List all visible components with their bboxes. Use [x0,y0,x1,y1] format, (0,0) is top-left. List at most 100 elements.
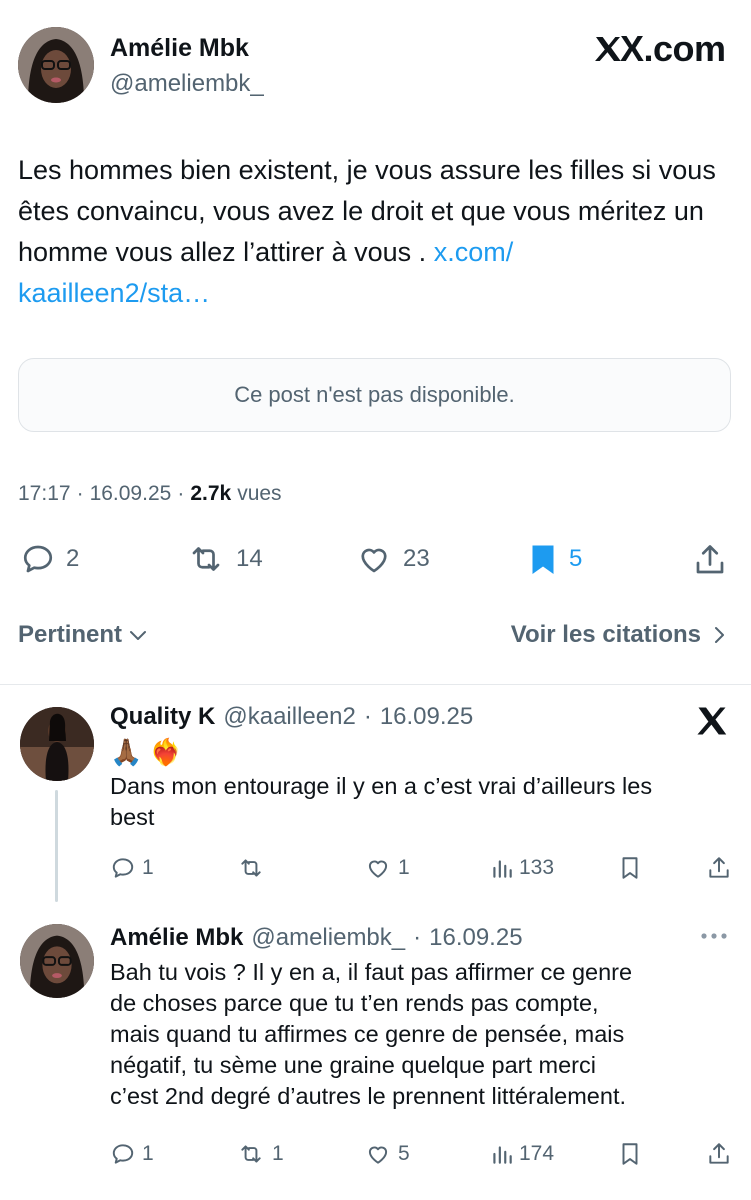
reply1-text-line2: best [110,804,155,830]
reply1-author-name[interactable]: Quality K [110,703,215,731]
sort-dropdown[interactable]: Pertinent [18,621,150,649]
share-icon [709,857,729,878]
reply1-like-button[interactable]: 1 [364,855,410,881]
quoted-post-unavailable-card[interactable]: Ce post n'est pas disponible. [18,358,731,432]
reply-icon [112,858,134,878]
x-logo-icon [697,707,727,735]
reply2-date[interactable]: 16.09.25 [429,924,522,952]
bookmark-icon [622,857,638,879]
main-post-text: Les hommes bien existent, je vous assure… [18,150,733,314]
view-quotes-label: Voir les citations [510,621,701,648]
more-options-button[interactable] [698,928,730,949]
reply2-views-button[interactable]: 174 [491,1141,554,1167]
reply2-bookmark-button[interactable] [619,1141,641,1172]
views-icon [493,860,512,878]
bookmark-icon [622,1143,638,1165]
reply1-repost-button[interactable] [236,855,272,881]
share-icon [709,1143,729,1164]
reply2-views-count: 174 [519,1142,555,1165]
chevron-right-icon [715,627,724,643]
reply1-avatar[interactable] [20,707,94,781]
reply2-author-handle[interactable]: @ameliembk_ [251,924,405,952]
post-meta: 17:17 · 16.09.25 · 2.7k vues [18,482,282,506]
repost-icon [241,1145,261,1163]
main-post-body: Les hommes bien existent, je vous assure… [18,155,716,267]
bookmark-button[interactable]: 5 [527,541,582,577]
main-post-link-part1: x.com/ [433,237,514,267]
repost-icon [192,547,220,571]
reply1-author-handle[interactable]: @kaailleen2 [223,703,355,731]
reply2-repost-button[interactable]: 1 [236,1141,284,1167]
site-logo-text: X.com [620,28,726,69]
reply-button[interactable]: 2 [20,541,79,577]
reply2-share-button[interactable] [706,1140,732,1173]
views-icon [493,1146,512,1164]
like-icon [368,860,388,878]
avatar-image [18,27,94,103]
reply1-emoji: 🙏🏾 ❤️‍🔥 [110,737,182,767]
main-author-avatar[interactable] [18,27,94,103]
meta-separator: · [363,703,372,730]
reply2-reply-button[interactable]: 1 [110,1141,154,1167]
repost-count: 14 [236,545,263,572]
section-divider [0,684,751,685]
repost-icon [241,859,261,877]
chevron-down-icon [130,631,147,640]
reply2-reply-count: 1 [142,1142,154,1165]
more-icon [701,933,727,939]
reply1-x-logo [694,703,730,744]
reply2-header: Amélie Mbk @ameliembk_ · 16.09.25 [110,924,523,952]
reply1-share-button[interactable] [706,854,732,887]
meta-separator: · [177,482,185,505]
view-quotes-link[interactable]: Voir les citations [511,621,729,649]
reply1-bookmark-button[interactable] [619,855,641,886]
meta-separator: · [413,924,422,951]
reply-icon [112,1144,134,1164]
main-post-link-part2: kaailleen2/sta… [18,278,211,308]
reply2-text-line: c’est 2nd degré d’autres le prennent lit… [110,1083,627,1109]
reply2-author-name[interactable]: Amélie Mbk [110,924,243,952]
reply2-text-line: Bah tu vois ? Il y en a, il faut pas aff… [110,959,633,985]
sort-label: Pertinent [18,621,123,648]
reply1-header: Quality K @kaailleen2 · 16.09.25 [110,703,473,731]
meta-separator: · [76,482,84,505]
avatar-image [20,707,94,781]
main-author-name[interactable]: Amélie Mbk [110,34,249,63]
like-button[interactable]: 23 [355,541,430,577]
like-count: 23 [403,545,430,572]
reply1-text: Dans mon entourage il y en a c’est vrai … [110,771,730,833]
reply2-text-line: négatif, tu sème une graine quelque part… [110,1052,596,1078]
bookmark-count: 5 [569,545,583,572]
reply2-text-line: de choses parce que tu t’en rends pas co… [110,990,599,1016]
bookmark-icon [532,545,554,574]
main-author-handle[interactable]: @ameliembk_ [110,70,264,98]
reply-count: 2 [66,545,80,572]
reply2-text: Bah tu vois ? Il y en a, il faut pas aff… [110,957,730,1112]
reply1-date[interactable]: 16.09.25 [380,703,473,731]
like-icon [361,548,387,573]
reply2-repost-count: 1 [272,1142,284,1165]
x-com-logo: X.com [592,28,726,70]
post-time[interactable]: 17:17 [18,482,71,506]
reply-icon [23,545,53,573]
share-button[interactable] [692,541,728,584]
reply1-reply-button[interactable]: 1 [110,855,154,881]
thread-connector-line [55,790,58,902]
repost-button[interactable]: 14 [186,541,263,577]
reply1-reply-count: 1 [142,856,154,879]
share-icon [696,545,724,574]
quoted-post-unavailable-text: Ce post n'est pas disponible. [234,382,515,407]
views-count: 2.7k [190,482,232,505]
avatar-image [20,924,94,998]
views-label: vues [237,482,282,505]
post-date[interactable]: 16.09.25 [90,482,172,506]
reply2-like-button[interactable]: 5 [364,1141,410,1167]
reply2-like-count: 5 [398,1142,410,1165]
reply2-avatar[interactable] [20,924,94,998]
reply1-like-count: 1 [398,856,410,879]
like-icon [368,1146,388,1164]
reply1-views-count: 133 [519,856,555,879]
reply1-views-button[interactable]: 133 [491,855,554,881]
reply1-text-line1: Dans mon entourage il y en a c’est vrai … [110,773,653,799]
reply2-text-line: mais quand tu affirmes ce genre de pensé… [110,1021,625,1047]
